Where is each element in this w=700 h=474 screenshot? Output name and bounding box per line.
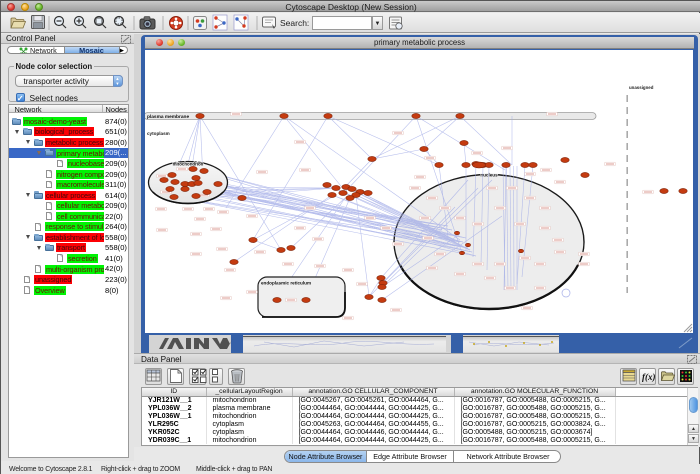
svg-text:cytoplasm: cytoplasm <box>147 131 170 136</box>
svg-text:f(x): f(x) <box>642 372 656 382</box>
svg-text:endoplasmic reticulum: endoplasmic reticulum <box>261 280 311 285</box>
svg-text:unassigned: unassigned <box>629 85 654 90</box>
svg-text:plasma membrane: plasma membrane <box>147 114 189 120</box>
svg-text:mitochondrion: mitochondrion <box>173 161 204 166</box>
